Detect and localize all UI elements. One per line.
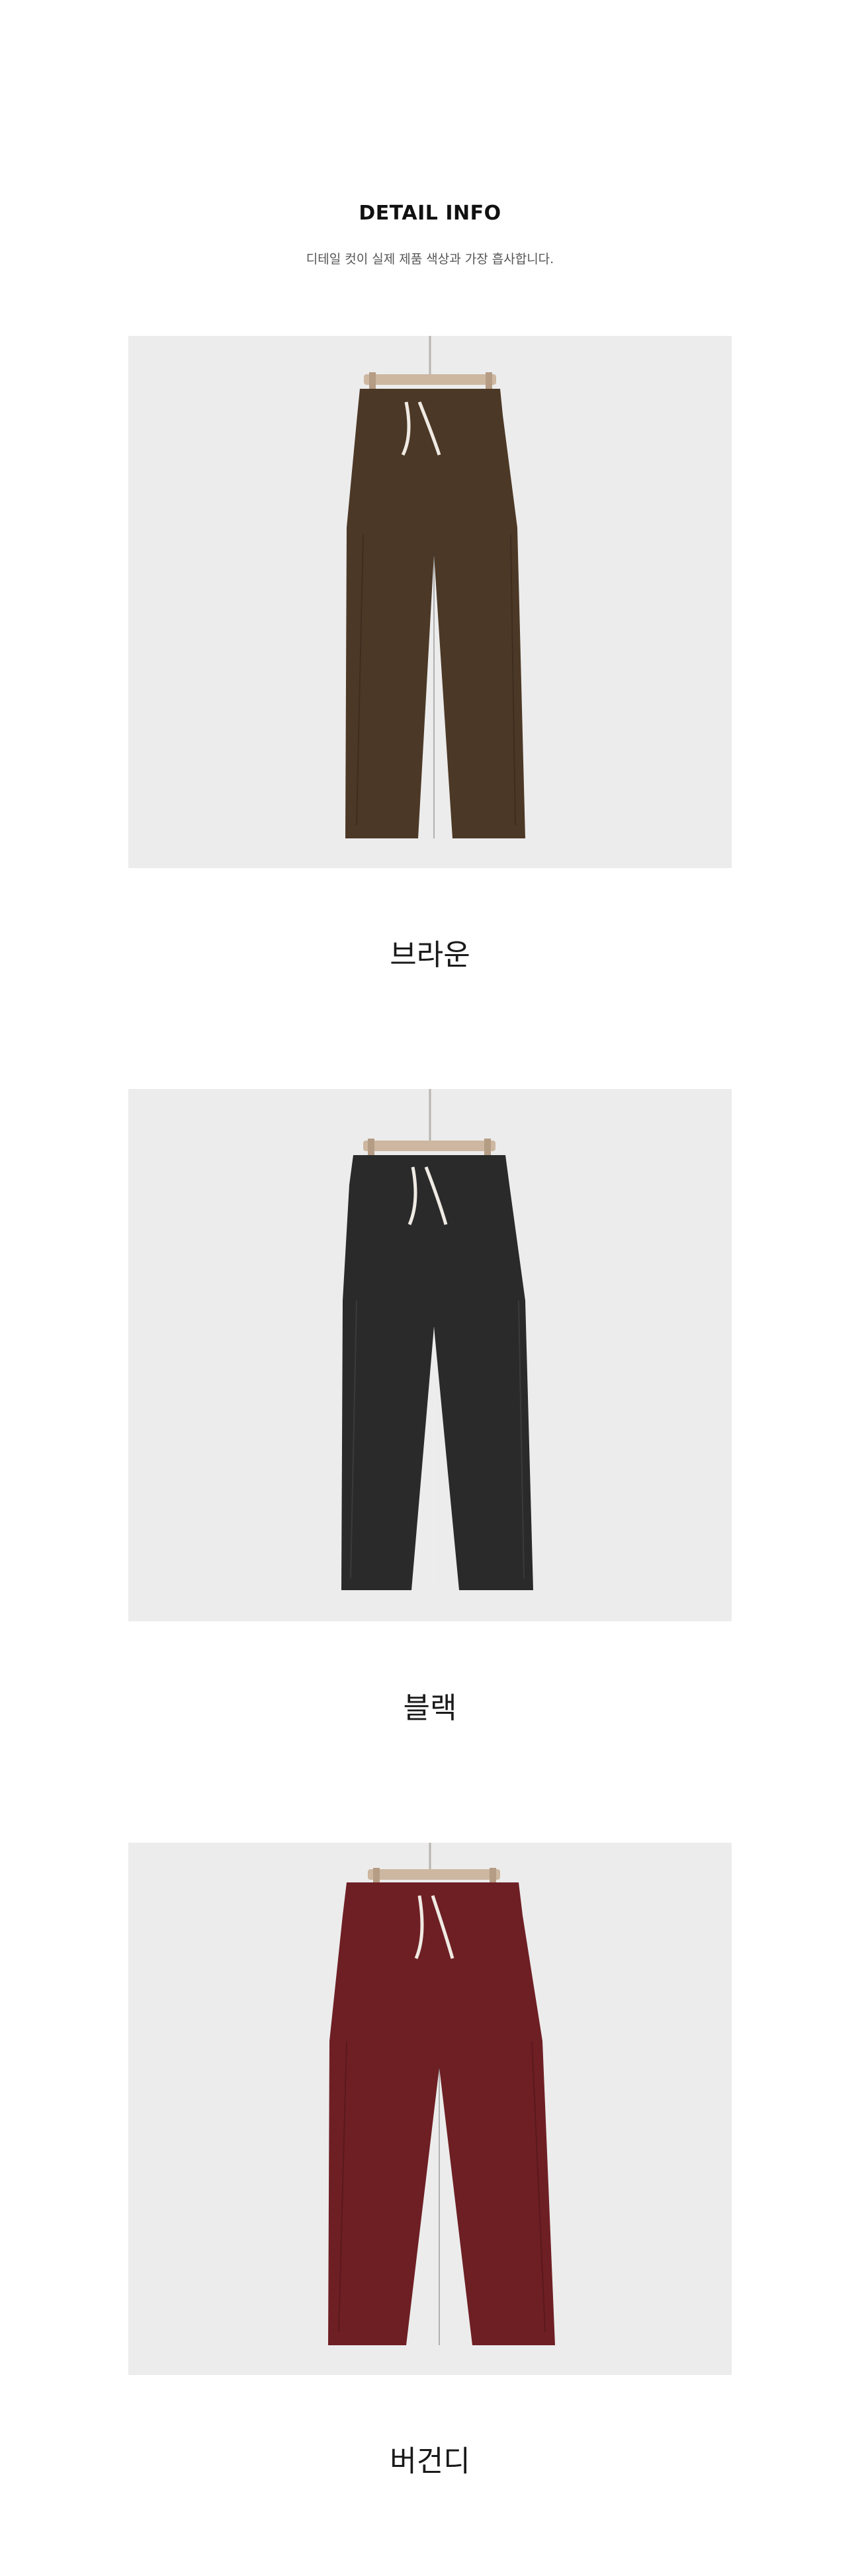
page-title: DETAIL INFO [359,202,501,225]
product-color-label: 블랙 [403,1691,457,1725]
product-image-brown [128,336,732,868]
product-color-label: 브라운 [390,938,470,972]
product-image-black [128,1089,732,1621]
detail-header: DETAIL INFO 디테일 컷이 실제 제품 색상과 가장 흡사합니다. [0,0,860,311]
product-color-label: 버건디 [390,2444,470,2478]
pants-image [128,1089,732,1621]
product-image-burgundy [128,1843,732,2375]
pants-image [128,336,732,868]
pants-image [128,1843,732,2375]
page-subtitle: 디테일 컷이 실제 제품 색상과 가장 흡사합니다. [306,252,554,266]
